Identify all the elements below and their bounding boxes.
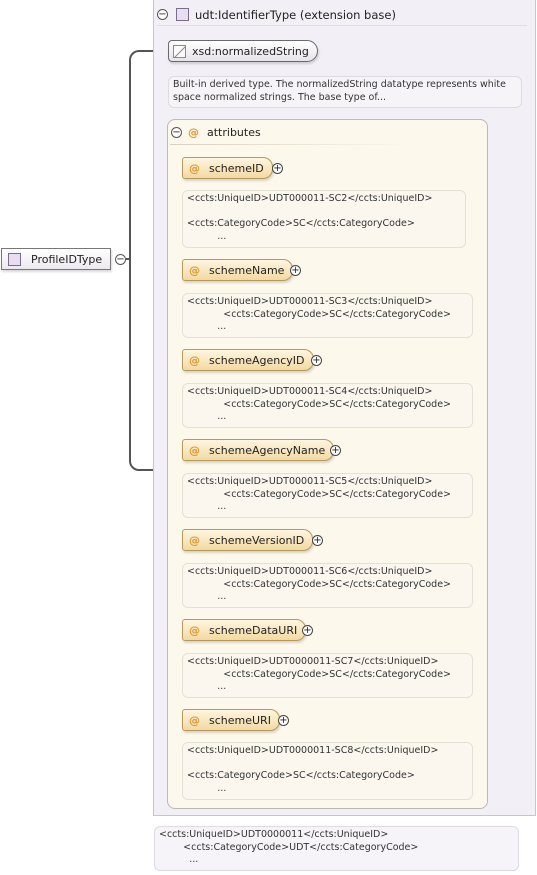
attribute-doc: <ccts:UniqueID>UDT000011-SC6</ccts:Uniqu… [182,563,473,608]
complex-type-icon [8,252,21,266]
expand-attribute-icon[interactable]: + [290,265,301,276]
doc-line: space normalized strings. The base type … [173,91,387,103]
doc-line: ... [187,681,227,692]
attribute-scheme-name[interactable]: @ schemeName [182,259,294,281]
attribute-group-icon: @ [188,125,199,139]
attribute-doc: <ccts:UniqueID>UDT000011-SC4</ccts:Uniqu… [182,383,473,428]
expand-attribute-icon[interactable]: + [330,445,341,456]
doc-line: <ccts:CategoryCode>SC</ccts:CategoryCode… [187,668,452,680]
doc-line: <ccts:CategoryCode>SC</ccts:CategoryCode… [187,218,415,229]
collapse-extension-icon[interactable]: − [157,9,168,20]
attribute-icon: @ [189,353,200,367]
attribute-icon: @ [189,623,200,637]
base-type-name: xsd:normalizedString [192,44,309,58]
doc-line: <ccts:CategoryCode>SC</ccts:CategoryCode… [187,488,452,500]
expand-attribute-icon[interactable]: + [278,715,289,726]
attribute-icon: @ [189,263,200,277]
attribute-icon: @ [189,443,200,457]
doc-line [187,758,468,771]
attribute-scheme-agency-name[interactable]: @ schemeAgencyName [182,439,335,461]
doc-line: <ccts:UniqueID>UDT000011-SC4</ccts:Uniqu… [187,386,433,397]
doc-line: <ccts:CategoryCode>UDT</ccts:CategoryCod… [159,841,419,853]
attribute-doc: <ccts:UniqueID>UDT000011-SC2</ccts:Uniqu… [182,190,466,248]
attribute-name: schemeAgencyName [209,443,326,457]
doc-line: ... [187,591,227,602]
profile-type-name: ProfileIDType [31,252,103,266]
doc-line: <ccts:UniqueID>UDT000011-SC2</ccts:Uniqu… [187,193,433,204]
doc-line: Built-in derived type. The normalizedStr… [173,79,506,90]
attribute-doc: <ccts:UniqueID>UDT0000011-SC7</ccts:Uniq… [182,653,473,698]
attribute-doc: <ccts:UniqueID>UDT0000011-SC8</ccts:Uniq… [182,742,473,800]
attribute-scheme-uri[interactable]: @ schemeURI [182,709,280,731]
attributes-header: − @ attributes [171,123,261,141]
attributes-title: attributes [207,125,261,139]
attribute-doc: <ccts:UniqueID>UDT000011-SC5</ccts:Uniqu… [182,473,473,518]
type-documentation: <ccts:UniqueID>UDT0000011</ccts:UniqueID… [154,826,519,871]
doc-line: <ccts:UniqueID>UDT000011-SC3</ccts:Uniqu… [187,296,433,307]
attributes-header-divider [170,144,410,145]
doc-line: ... [159,854,199,865]
collapse-attributes-icon[interactable]: − [171,126,182,138]
doc-line: <ccts:UniqueID>UDT000011-SC6</ccts:Uniqu… [187,566,433,577]
attribute-icon: @ [189,533,200,547]
extension-header: − udt:IdentifierType (extension base) [157,4,527,26]
doc-line: <ccts:UniqueID>UDT0000011-SC8</ccts:Uniq… [187,745,439,756]
doc-line: <ccts:CategoryCode>SC</ccts:CategoryCode… [187,308,452,320]
expand-attribute-icon[interactable]: + [311,355,322,366]
doc-line: ... [187,321,227,332]
complex-type-icon [176,8,189,21]
base-type-pill[interactable]: xsd:normalizedString [168,40,318,62]
doc-line: <ccts:UniqueID>UDT0000011</ccts:UniqueID… [159,829,389,840]
attribute-name: schemeDataURI [209,623,298,637]
attribute-name: schemeName [209,263,285,277]
extension-title: udt:IdentifierType (extension base) [195,7,396,22]
doc-line: <ccts:UniqueID>UDT0000011-SC7</ccts:Uniq… [187,656,439,667]
attribute-name: schemeVersionID [209,533,305,547]
doc-line: <ccts:UniqueID>UDT000011-SC5</ccts:Uniqu… [187,476,433,487]
doc-line: <ccts:CategoryCode>SC</ccts:CategoryCode… [187,770,415,781]
doc-line: ... [187,411,227,422]
base-type-description: Built-in derived type. The normalizedStr… [168,76,522,108]
attribute-icon: @ [189,713,200,727]
expand-attribute-icon[interactable]: + [302,625,313,636]
doc-line: ... [187,501,227,512]
attribute-scheme-data-uri[interactable]: @ schemeDataURI [182,619,307,641]
attribute-name: schemeURI [209,713,271,727]
doc-line: ... [187,230,227,242]
expand-attribute-icon[interactable]: + [272,163,283,174]
attribute-doc: <ccts:UniqueID>UDT000011-SC3</ccts:Uniqu… [182,293,473,338]
collapse-profile-icon[interactable]: − [115,254,126,265]
expand-attribute-icon[interactable]: + [312,535,323,546]
simple-type-icon [173,44,186,58]
doc-line: <ccts:CategoryCode>SC</ccts:CategoryCode… [187,398,452,410]
doc-line: <ccts:CategoryCode>SC</ccts:CategoryCode… [187,578,452,590]
doc-line: ... [187,782,227,794]
connector-stub [126,258,131,260]
attribute-name: schemeAgencyID [209,353,305,367]
profile-id-type-element[interactable]: ProfileIDType [1,248,111,270]
attribute-scheme-version-id[interactable]: @ schemeVersionID [182,529,314,551]
attribute-scheme-id[interactable]: @ schemeID [182,157,273,179]
attribute-scheme-agency-id[interactable]: @ schemeAgencyID [182,349,314,371]
attribute-icon: @ [189,161,200,175]
doc-line [187,206,461,219]
attribute-name: schemeID [209,161,264,175]
